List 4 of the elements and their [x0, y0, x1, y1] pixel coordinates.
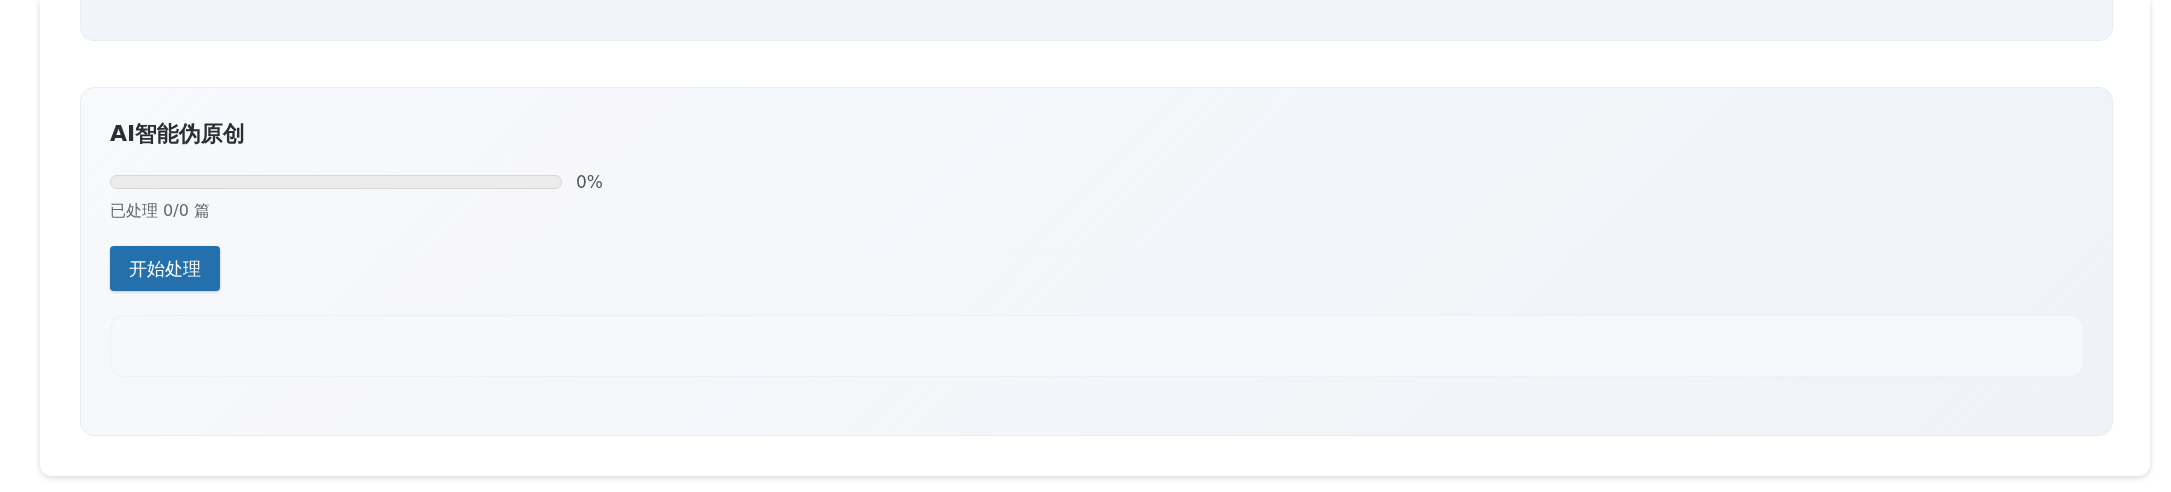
- status-text: 已处理 0/0 篇: [110, 201, 211, 222]
- progress-percent: 0%: [576, 172, 603, 192]
- start-button[interactable]: 开始处理: [110, 246, 220, 291]
- section-title: AI智能伪原创: [110, 120, 247, 148]
